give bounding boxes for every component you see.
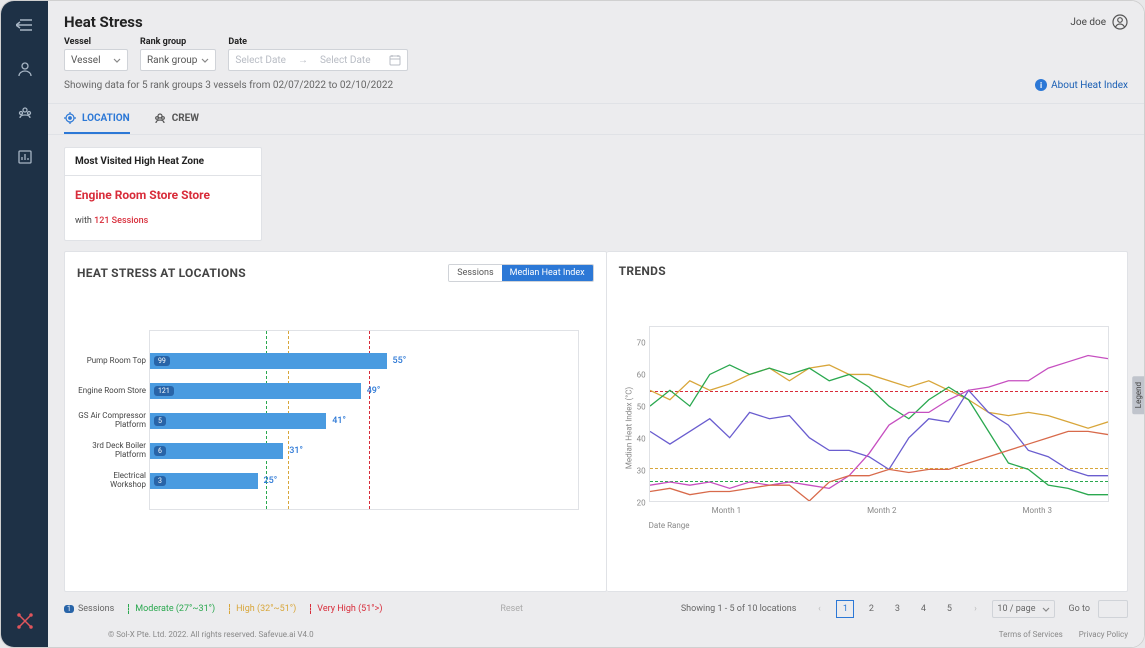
pagination: Showing 1 - 5 of 10 locations ‹ 1 2 3 4 …: [681, 600, 1128, 618]
goto-label: Go to: [1069, 604, 1091, 614]
vessel-label: Vessel: [64, 37, 128, 47]
panel-bar-chart: HEAT STRESS AT LOCATIONS Sessions Median…: [64, 251, 607, 592]
arrow-right-icon: →: [298, 55, 308, 66]
hot-location-name: Engine Room Store Store: [75, 188, 251, 202]
toggle-sessions[interactable]: Sessions: [449, 265, 501, 281]
info-icon: i: [1035, 79, 1047, 91]
calendar-icon: [389, 54, 401, 66]
legend-veryhigh-icon: [310, 604, 313, 614]
user-name: Joe doe: [1070, 17, 1106, 28]
pagination-status: Showing 1 - 5 of 10 locations: [681, 604, 797, 614]
legend-high-icon: [229, 604, 232, 614]
chevron-down-icon: [1042, 607, 1050, 612]
y-axis-label: Median Heat Index (°C): [624, 387, 633, 469]
goto-input[interactable]: [1098, 600, 1128, 618]
nav-toggle-icon[interactable]: [13, 13, 37, 37]
x-tick-labels: Month 1Month 2Month 3: [649, 506, 1115, 515]
page-title: Heat Stress: [64, 13, 143, 31]
reset-button[interactable]: Reset: [500, 604, 523, 614]
bar-row: Electrical Workshop325°: [150, 473, 277, 489]
nav-user-icon[interactable]: [13, 57, 37, 81]
page-3[interactable]: 3: [888, 600, 906, 618]
sessions-badge-icon: 1: [64, 605, 74, 613]
tabs: LOCATION CREW: [48, 103, 1144, 135]
nav-reports-icon[interactable]: [13, 145, 37, 169]
copyright: © Sol-X Pte. Ltd. 2022. All rights reser…: [108, 630, 314, 639]
trends-panel-title: TRENDS: [619, 264, 666, 278]
main-content: Heat Stress Joe doe Vessel Vessel Rank g…: [48, 1, 1144, 647]
vessel-select[interactable]: Vessel: [64, 49, 128, 71]
terms-link[interactable]: Terms of Services: [999, 630, 1063, 639]
sessions-line: with 121 Sessions: [75, 216, 251, 226]
page-size-select[interactable]: 10 / page: [992, 600, 1054, 618]
next-page-button[interactable]: ›: [966, 600, 984, 618]
footer: © Sol-X Pte. Ltd. 2022. All rights reser…: [48, 626, 1144, 647]
page-2[interactable]: 2: [862, 600, 880, 618]
bottom-row: 1 Sessions Moderate (27°~31°) High (32°~…: [48, 592, 1144, 626]
user-menu[interactable]: Joe doe: [1070, 14, 1128, 30]
legend-veryhigh: Very High (51°>): [317, 604, 382, 614]
metric-toggle: Sessions Median Heat Index: [448, 264, 593, 282]
page-1[interactable]: 1: [836, 600, 854, 618]
line-chart: 203040506070: [649, 326, 1109, 502]
prev-page-button[interactable]: ‹: [810, 600, 828, 618]
bar-chart: Pump Room Top9955° Engine Room Store12149…: [149, 330, 579, 510]
legend: 1 Sessions Moderate (27°~31°) High (32°~…: [64, 604, 382, 614]
sidebar: [1, 1, 48, 647]
card-title: Most Visited High Heat Zone: [65, 148, 261, 176]
legend-moderate-icon: [128, 604, 131, 614]
date-range-input[interactable]: Select Date → Select Date: [228, 49, 408, 71]
bar-panel-title: HEAT STRESS AT LOCATIONS: [77, 266, 246, 280]
tab-location[interactable]: LOCATION: [64, 104, 130, 134]
rank-label: Rank group: [140, 37, 216, 47]
date-label: Date: [228, 37, 408, 47]
header: Heat Stress Joe doe Vessel Vessel Rank g…: [48, 1, 1144, 91]
about-heat-index-link[interactable]: i About Heat Index: [1035, 79, 1128, 91]
privacy-link[interactable]: Privacy Policy: [1079, 630, 1128, 639]
bar-row: Engine Room Store12149°: [150, 383, 380, 399]
legend-toggle[interactable]: Legend: [1132, 376, 1145, 414]
toggle-median[interactable]: Median Heat Index: [502, 265, 593, 281]
bar-row: Pump Room Top9955°: [150, 353, 406, 369]
content: Most Visited High Heat Zone Engine Room …: [48, 135, 1144, 626]
brand-logo-icon: [17, 613, 33, 633]
page-4[interactable]: 4: [914, 600, 932, 618]
legend-high: High (32°~51°): [236, 604, 296, 614]
rank-select[interactable]: Rank group: [140, 49, 216, 71]
location-icon: [64, 112, 76, 124]
legend-sessions: Sessions: [78, 604, 114, 614]
x-axis-label: Date Range: [649, 521, 1115, 530]
most-visited-card: Most Visited High Heat Zone Engine Room …: [64, 147, 262, 241]
bar-row: 3rd Deck Boiler Platform631°: [150, 443, 303, 459]
nav-crew-icon[interactable]: [13, 101, 37, 125]
panel-trends: TRENDS Median Heat Index (°C) 2030405060…: [607, 251, 1128, 592]
chevron-down-icon: [201, 58, 209, 63]
crew-icon: [154, 112, 166, 124]
bar-row: GS Air Compressor Platform541°: [150, 413, 346, 429]
tab-crew[interactable]: CREW: [154, 104, 199, 134]
summary-text: Showing data for 5 rank groups 3 vessels…: [64, 80, 393, 91]
avatar-icon: [1112, 14, 1128, 30]
page-5[interactable]: 5: [940, 600, 958, 618]
legend-moderate: Moderate (27°~31°): [135, 604, 215, 614]
chevron-down-icon: [113, 58, 121, 63]
